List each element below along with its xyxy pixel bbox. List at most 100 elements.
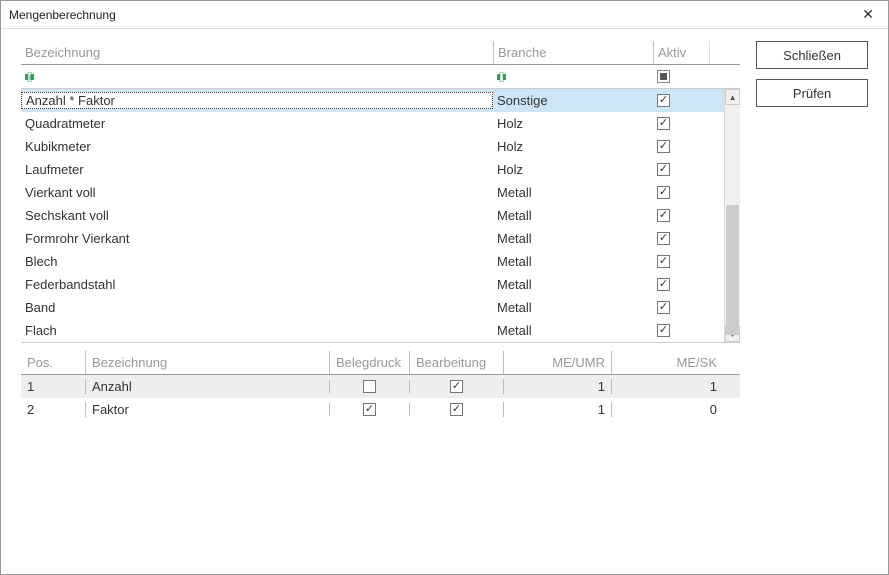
table-row[interactable]: QuadratmeterHolz [21, 112, 740, 135]
cell-branche: Metall [493, 323, 653, 338]
cell-bezeichnung: Federbandstahl [21, 277, 493, 292]
checkbox-aktiv[interactable] [657, 186, 670, 199]
cell-pos: 2 [21, 402, 85, 417]
scrollbar-vertical[interactable]: ▲ ▼ [724, 89, 740, 342]
table-row[interactable]: Sechskant vollMetall [21, 204, 740, 227]
table-row[interactable]: FlachMetall [21, 319, 740, 342]
cell-pos: 1 [21, 379, 85, 394]
cell-belegdruck [329, 403, 409, 416]
cell-aktiv [653, 232, 709, 245]
cell-aktiv [653, 324, 709, 337]
cell-aktiv [653, 278, 709, 291]
cell-bezeichnung: Flach [21, 323, 493, 338]
table-row[interactable]: 1Anzahl11 [21, 375, 740, 398]
cell-bearbeitung [409, 380, 503, 393]
cell-bezeichnung: Band [21, 300, 493, 315]
cell-branche: Metall [493, 231, 653, 246]
filter-branche[interactable] [493, 72, 653, 82]
cell-bezeichnung: Kubikmeter [21, 139, 493, 154]
cell-bezeichnung: Faktor [85, 402, 329, 417]
cell-aktiv [653, 94, 709, 107]
cell-mesk: 0 [611, 402, 723, 417]
checkbox-aktiv[interactable] [657, 209, 670, 222]
cell-aktiv [653, 163, 709, 176]
checkbox-aktiv[interactable] [657, 255, 670, 268]
cell-aktiv [653, 301, 709, 314]
checkbox-aktiv[interactable] [657, 140, 670, 153]
table-row[interactable]: LaufmeterHolz [21, 158, 740, 181]
cell-bezeichnung: Blech [21, 254, 493, 269]
col-header-meumr[interactable]: ME/UMR [503, 351, 611, 374]
cell-branche: Holz [493, 139, 653, 154]
titlebar: Mengenberechnung ✕ [1, 1, 888, 29]
cell-aktiv [653, 186, 709, 199]
cell-belegdruck [329, 380, 409, 393]
bottom-grid: Pos. Bezeichnung Belegdruck Bearbeitung … [21, 351, 740, 421]
scroll-up-icon[interactable]: ▲ [725, 89, 740, 105]
table-row[interactable]: KubikmeterHolz [21, 135, 740, 158]
col-header-bearbeitung[interactable]: Bearbeitung [409, 351, 503, 374]
col-header-pos[interactable]: Pos. [21, 351, 85, 374]
cell-bezeichnung: Sechskant voll [21, 208, 493, 223]
col-header-bezeichnung[interactable]: Bezeichnung [21, 41, 493, 64]
cell-bezeichnung: Quadratmeter [21, 116, 493, 131]
checkbox-aktiv[interactable] [657, 324, 670, 337]
top-grid: Bezeichnung Branche Aktiv B Anzahl * Fak… [21, 41, 740, 343]
cell-bezeichnung: Anzahl * Faktor [21, 92, 493, 109]
checkbox-belegdruck[interactable] [363, 403, 376, 416]
svg-text:B: B [29, 75, 34, 82]
cell-branche: Metall [493, 277, 653, 292]
top-grid-filter-row: B [21, 65, 740, 89]
col-header-bezeichnung2[interactable]: Bezeichnung [85, 351, 329, 374]
scroll-track[interactable] [725, 105, 740, 326]
cell-mesk: 1 [611, 379, 723, 394]
scroll-thumb[interactable] [726, 205, 739, 335]
cell-branche: Holz [493, 162, 653, 177]
cell-branche: Metall [493, 300, 653, 315]
top-grid-header: Bezeichnung Branche Aktiv [21, 41, 740, 65]
checkbox-aktiv[interactable] [657, 163, 670, 176]
cell-aktiv [653, 140, 709, 153]
table-row[interactable]: BlechMetall [21, 250, 740, 273]
cell-bezeichnung: Formrohr Vierkant [21, 231, 493, 246]
checkbox-aktiv[interactable] [657, 94, 670, 107]
cell-aktiv [653, 209, 709, 222]
col-header-belegdruck[interactable]: Belegdruck [329, 351, 409, 374]
cell-meumr: 1 [503, 402, 611, 417]
checkbox-aktiv[interactable] [657, 301, 670, 314]
col-header-branche[interactable]: Branche [493, 41, 653, 64]
cell-aktiv [653, 117, 709, 130]
close-icon[interactable]: ✕ [856, 4, 880, 25]
col-header-aktiv[interactable]: Aktiv [653, 41, 709, 64]
cell-bezeichnung: Laufmeter [21, 162, 493, 177]
tri-state-checkbox-icon[interactable] [657, 70, 670, 83]
cell-bearbeitung [409, 403, 503, 416]
cell-branche: Metall [493, 185, 653, 200]
cell-branche: Holz [493, 116, 653, 131]
checkbox-bearbeitung[interactable] [450, 403, 463, 416]
cell-meumr: 1 [503, 379, 611, 394]
filter-bezeichnung[interactable]: B [21, 72, 493, 82]
checkbox-bearbeitung[interactable] [450, 380, 463, 393]
checkbox-aktiv[interactable] [657, 232, 670, 245]
cell-branche: Sonstige [493, 93, 653, 108]
table-row[interactable]: Anzahl * FaktorSonstige [21, 89, 740, 112]
col-header-mesk[interactable]: ME/SK [611, 351, 723, 374]
cell-aktiv [653, 255, 709, 268]
table-row[interactable]: BandMetall [21, 296, 740, 319]
table-row[interactable]: Formrohr VierkantMetall [21, 227, 740, 250]
checkbox-aktiv[interactable] [657, 117, 670, 130]
check-button[interactable]: Prüfen [756, 79, 868, 107]
cell-bezeichnung: Vierkant voll [21, 185, 493, 200]
table-row[interactable]: Vierkant vollMetall [21, 181, 740, 204]
filter-aktiv[interactable] [653, 70, 709, 83]
close-button[interactable]: Schließen [756, 41, 868, 69]
bottom-grid-header: Pos. Bezeichnung Belegdruck Bearbeitung … [21, 351, 740, 375]
table-row[interactable]: 2Faktor 10 [21, 398, 740, 421]
cell-bezeichnung: Anzahl [85, 379, 329, 394]
cell-branche: Metall [493, 208, 653, 223]
checkbox-belegdruck[interactable] [363, 380, 376, 393]
checkbox-aktiv[interactable] [657, 278, 670, 291]
table-row[interactable]: FederbandstahlMetall [21, 273, 740, 296]
window-title: Mengenberechnung [9, 8, 116, 22]
